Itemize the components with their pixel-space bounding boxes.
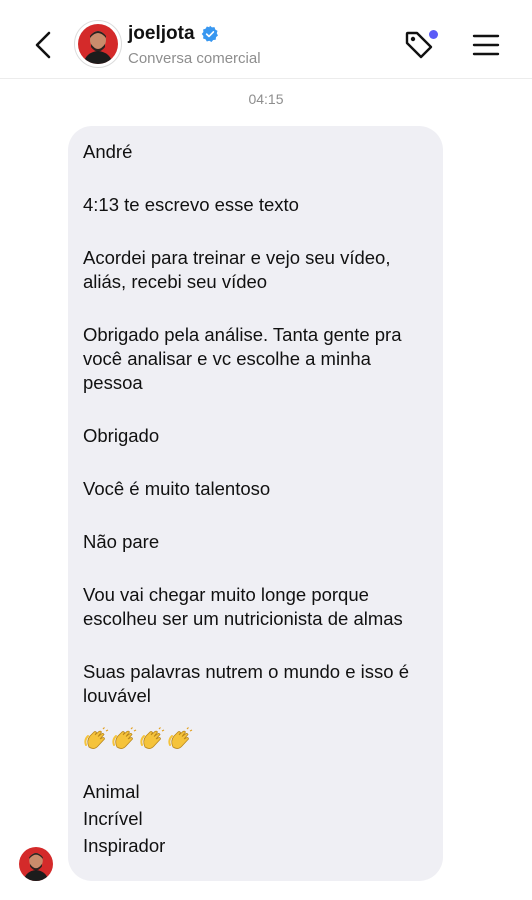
back-chevron-icon [35, 31, 51, 59]
sender-avatar[interactable] [19, 847, 53, 881]
notification-dot [429, 30, 438, 39]
message-line: Incrível [83, 808, 143, 829]
username: joeljota [128, 23, 195, 44]
message-line: Obrigado pela análise. Tanta gente pra [83, 324, 402, 345]
clapping-hands-icon [111, 727, 137, 753]
message-line: Inspirador [83, 835, 166, 856]
emoji-row [83, 726, 429, 754]
message-line: Não pare [83, 531, 160, 552]
message-line: você analisar e vc escolhe a minha [83, 348, 371, 369]
chat-header: joeljota Conversa comercial [0, 0, 532, 79]
clapping-hands-icon [139, 727, 165, 753]
message-line: André [83, 141, 133, 162]
chat-title[interactable]: joeljota Conversa comercial [128, 21, 261, 67]
avatar-image [78, 24, 118, 64]
message-line: Você é muito talentoso [83, 478, 271, 499]
message-line: Vou vai chegar muito longe porque [83, 584, 369, 605]
message-line: aliás, recebi seu vídeo [83, 271, 268, 292]
message-line: Acordei para treinar e vejo seu vídeo, [83, 247, 391, 268]
message-line: Suas palavras nutrem o mundo e isso é [83, 661, 409, 682]
chat-subtitle: Conversa comercial [128, 50, 261, 67]
message-line: Obrigado [83, 425, 160, 446]
menu-button[interactable] [472, 32, 500, 58]
header-avatar[interactable] [74, 20, 122, 68]
message-line: louvável [83, 685, 151, 706]
back-button[interactable] [28, 28, 58, 62]
verified-badge-icon [201, 25, 219, 43]
message-line: escolheu ser um nutricionista de almas [83, 608, 403, 629]
menu-icon [472, 34, 500, 56]
message-line: Animal [83, 781, 140, 802]
message-line: 4:13 te escrevo esse texto [83, 194, 299, 215]
message-timestamp: 04:15 [248, 91, 284, 107]
message-bubble[interactable]: André 4:13 te escrevo esse texto Acordei… [68, 126, 443, 881]
clapping-hands-icon [83, 727, 109, 753]
clapping-hands-icon [167, 727, 193, 753]
message-line: pessoa [83, 372, 143, 393]
tag-button[interactable] [402, 28, 438, 62]
